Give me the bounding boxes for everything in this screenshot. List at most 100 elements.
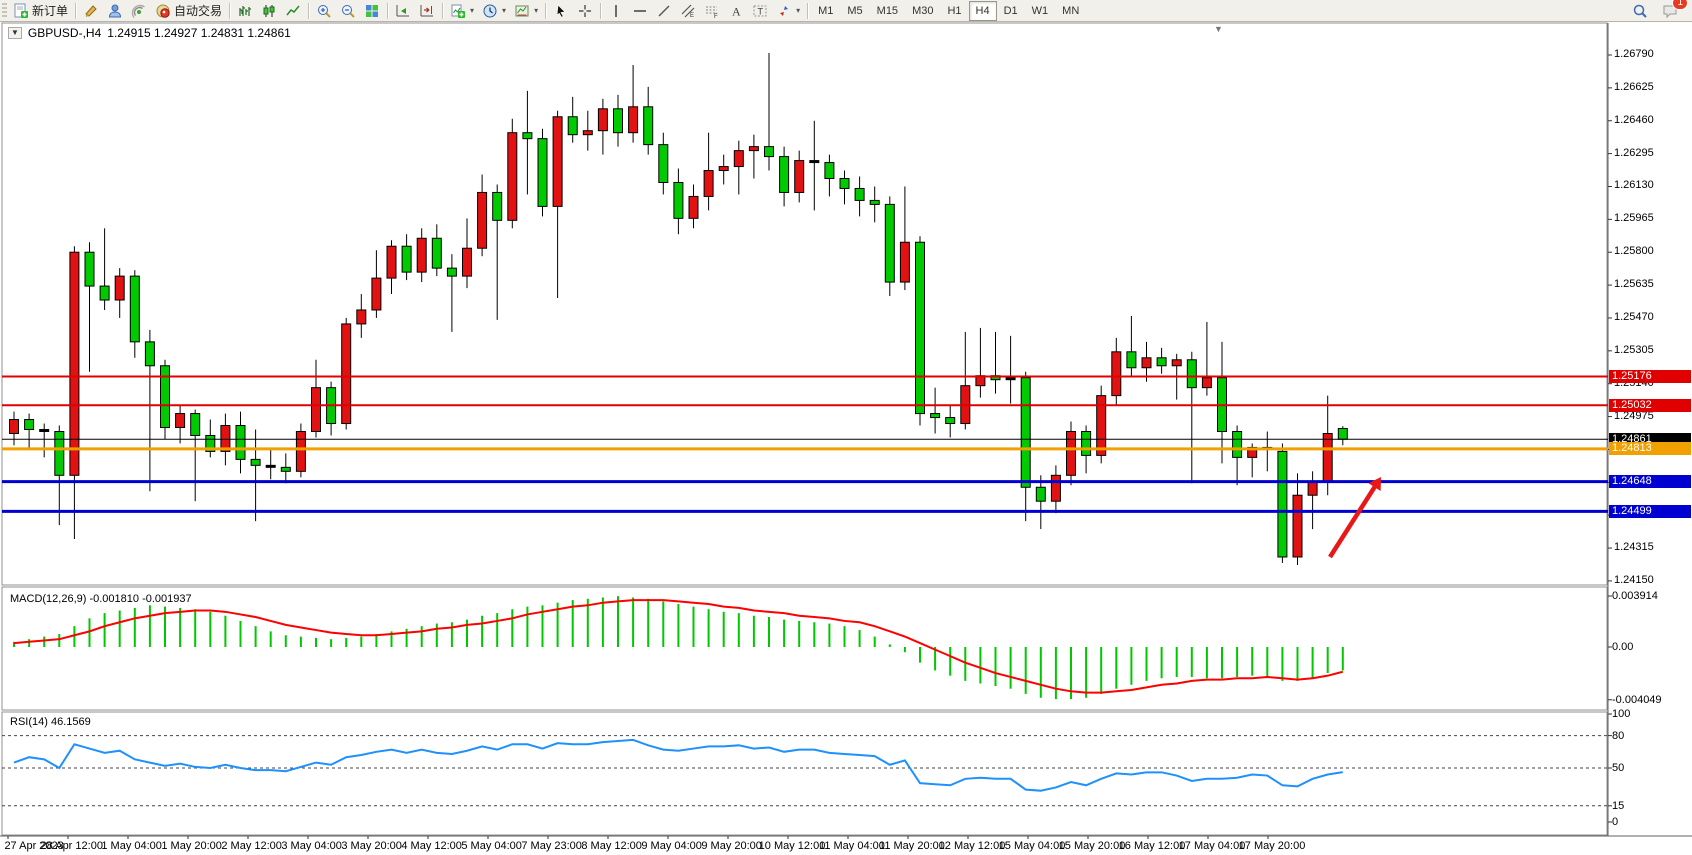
arrows-button[interactable]: ▾ [772, 0, 804, 21]
toolbar-separator [229, 3, 230, 19]
rsi-axis-label[interactable]: 100 [1612, 708, 1630, 720]
date-axis-label[interactable]: 2 May 12:00 [221, 840, 282, 852]
macd-axis-label[interactable]: -0.004049 [1612, 694, 1662, 706]
price-axis-label[interactable]: 1.26460 [1614, 114, 1654, 126]
crosshair-button[interactable] [573, 0, 597, 21]
horizontal-line-button[interactable] [628, 0, 652, 21]
candlestick-button[interactable] [257, 0, 281, 21]
chevron-down-icon[interactable]: ▾ [796, 6, 800, 15]
new-order-button[interactable]: 新订单 [9, 0, 72, 21]
rsi-axis-label[interactable]: 50 [1612, 762, 1624, 774]
timeframe-button-m30[interactable]: M30 [905, 1, 940, 21]
price-axis-label[interactable]: 1.25800 [1614, 245, 1654, 257]
candle-body [176, 414, 185, 428]
date-axis-label[interactable]: 11 May 04:00 [819, 840, 885, 852]
zoom-in-button[interactable] [312, 0, 336, 21]
candle-body [659, 145, 668, 183]
macd-axis-label[interactable]: 0.00 [1612, 641, 1633, 653]
rsi-axis-label[interactable]: 15 [1612, 800, 1624, 812]
date-axis-label[interactable]: 8 May 12:00 [581, 840, 642, 852]
date-axis-label[interactable]: 15 May 04:00 [999, 840, 1066, 852]
chart-window[interactable]: ▼ GBPUSD-,H4 1.24915 1.24927 1.24831 1.2… [0, 22, 1692, 855]
date-axis-label[interactable]: 1 May 20:00 [161, 840, 222, 852]
rsi-axis-label[interactable]: 0 [1612, 816, 1618, 828]
auto-scroll-button[interactable] [391, 0, 415, 21]
candle-body [1112, 352, 1121, 396]
candle-body [1278, 451, 1287, 557]
price-axis-label[interactable]: 1.25470 [1614, 311, 1654, 323]
text-label-button[interactable]: T [748, 0, 772, 21]
new-order-icon [13, 3, 29, 19]
vertical-line-button[interactable] [604, 0, 628, 21]
trendline-icon [656, 3, 672, 19]
date-axis-label[interactable]: 15 May 20:00 [1059, 840, 1126, 852]
macd-axis-label[interactable]: 0.003914 [1612, 590, 1658, 602]
candle-body [583, 131, 592, 135]
signals-button[interactable] [127, 0, 151, 21]
date-axis-label[interactable]: 7 May 23:00 [521, 840, 582, 852]
cursor-button[interactable] [549, 0, 573, 21]
price-axis-label[interactable]: 1.26790 [1614, 48, 1654, 60]
date-axis-label[interactable]: 1 May 04:00 [101, 840, 162, 852]
chevron-down-icon[interactable]: ▾ [534, 6, 538, 15]
timeframe-button-m15[interactable]: M15 [870, 1, 905, 21]
notifications-button[interactable]: 1 [1658, 0, 1682, 21]
price-axis-label[interactable]: 1.25635 [1614, 278, 1654, 290]
date-axis-label[interactable]: 3 May 04:00 [281, 840, 342, 852]
price-axis-label[interactable]: 1.26130 [1614, 179, 1654, 191]
templates-button[interactable]: ▾ [510, 0, 542, 21]
price-axis-label[interactable]: 1.26625 [1614, 81, 1654, 93]
chart-shift-marker-icon[interactable]: ▼ [1214, 24, 1223, 34]
candle-body [1308, 481, 1317, 495]
price-axis-label[interactable]: 1.25305 [1614, 344, 1654, 356]
date-axis-label[interactable]: 10 May 12:00 [759, 840, 826, 852]
timeframe-button-d1[interactable]: D1 [997, 1, 1025, 21]
timeframe-button-mn[interactable]: MN [1055, 1, 1086, 21]
chevron-down-icon[interactable]: ▼ [8, 27, 22, 39]
timeframe-button-h4[interactable]: H4 [969, 1, 997, 21]
date-axis-label[interactable]: 17 May 20:00 [1239, 840, 1306, 852]
price-axis-label[interactable]: 1.24150 [1614, 574, 1654, 586]
autotrading-button[interactable]: 自动交易 [151, 0, 226, 21]
date-axis-label[interactable]: 3 May 20:00 [341, 840, 402, 852]
timeframe-button-w1[interactable]: W1 [1025, 1, 1056, 21]
date-axis-label[interactable]: 17 May 04:00 [1179, 840, 1246, 852]
date-axis-label[interactable]: 4 May 12:00 [401, 840, 462, 852]
candle-body [1006, 378, 1015, 380]
price-axis-label[interactable]: 1.24315 [1614, 541, 1654, 553]
styler-button[interactable] [79, 0, 103, 21]
channel-button[interactable]: E [676, 0, 700, 21]
date-axis-label[interactable]: 16 May 12:00 [1119, 840, 1186, 852]
rsi-axis-label[interactable]: 80 [1612, 730, 1624, 742]
chart-canvas[interactable] [0, 22, 1692, 855]
date-axis-label[interactable]: 11 May 20:00 [879, 840, 945, 852]
zoom-out-button[interactable] [336, 0, 360, 21]
timeframe-button-m1[interactable]: M1 [811, 1, 840, 21]
candle-body [312, 388, 321, 432]
bar-chart-button[interactable] [233, 0, 257, 21]
periods-button[interactable]: ▾ [478, 0, 510, 21]
chevron-down-icon[interactable]: ▾ [502, 6, 506, 15]
chevron-down-icon[interactable]: ▾ [470, 6, 474, 15]
search-button[interactable] [1628, 0, 1652, 21]
date-axis-label[interactable]: 9 May 20:00 [701, 840, 762, 852]
indicators-button[interactable]: ▾ [446, 0, 478, 21]
date-axis-label[interactable]: 9 May 04:00 [641, 840, 702, 852]
candle-body [749, 147, 758, 151]
chart-shift-button[interactable] [415, 0, 439, 21]
timeframe-button-m5[interactable]: M5 [840, 1, 869, 21]
tile-windows-button[interactable] [360, 0, 384, 21]
price-axis-label[interactable]: 1.26295 [1614, 147, 1654, 159]
timeframe-button-h1[interactable]: H1 [940, 1, 968, 21]
fibonacci-button[interactable]: F [700, 0, 724, 21]
date-axis-label[interactable]: 12 May 12:00 [939, 840, 1006, 852]
terminal-button[interactable] [103, 0, 127, 21]
indicators-icon [450, 3, 466, 19]
date-axis-label[interactable]: 5 May 04:00 [461, 840, 522, 852]
channel-icon: E [680, 3, 696, 19]
line-chart-button[interactable] [281, 0, 305, 21]
text-button[interactable]: A [724, 0, 748, 21]
trendline-button[interactable] [652, 0, 676, 21]
date-axis-label[interactable]: 28 Apr 12:00 [41, 840, 103, 852]
price-axis-label[interactable]: 1.25965 [1614, 212, 1654, 224]
